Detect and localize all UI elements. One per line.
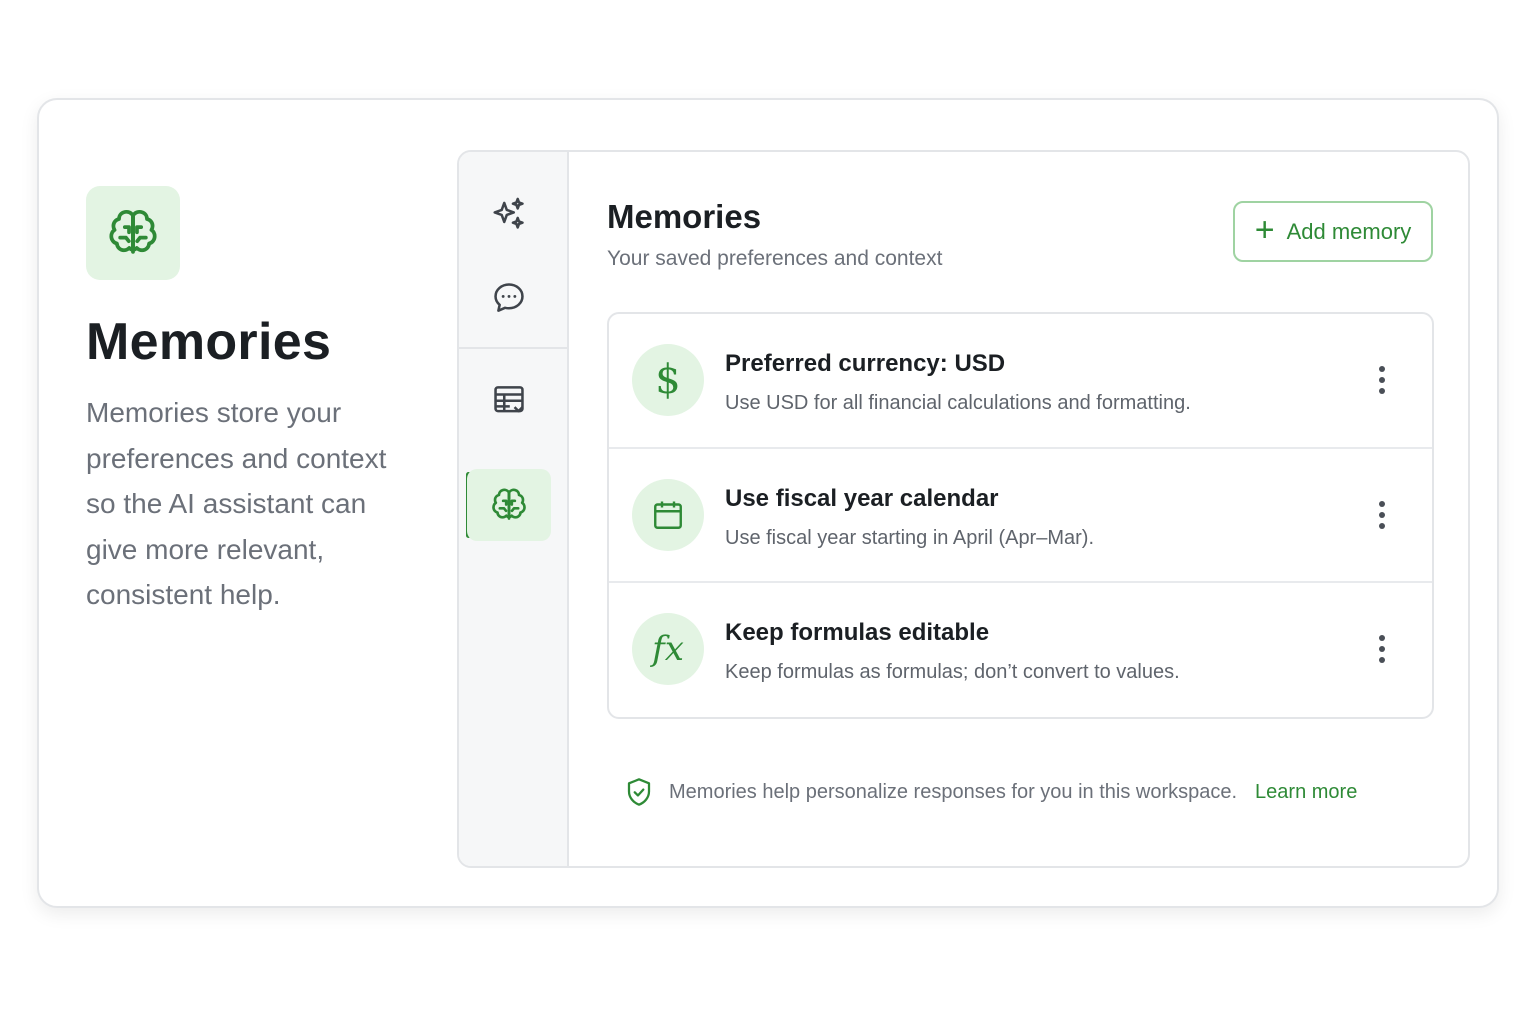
memory-description: Use fiscal year starting in April (Apr–M… <box>725 526 1095 549</box>
sidebar-item-memories[interactable] <box>467 469 551 541</box>
list-item[interactable]: Use fiscal year calendar Use fiscal year… <box>609 449 1432 583</box>
calendar-icon <box>632 478 704 551</box>
page-subtitle: Your saved preferences and context <box>607 247 943 270</box>
chat-bubble-icon <box>494 283 524 312</box>
memories-card: Memories Memories store your preferences… <box>37 98 1499 908</box>
sidebar-divider <box>459 347 567 349</box>
main-content: Memories Your saved preferences and cont… <box>569 152 1468 866</box>
more-options-icon[interactable] <box>1370 631 1394 667</box>
memory-description: Use USD for all financial calculations a… <box>725 392 1191 414</box>
more-options-icon[interactable] <box>1370 497 1394 533</box>
more-options-icon[interactable] <box>1370 362 1394 398</box>
intro-description: Memories store your preferences and cont… <box>86 397 387 610</box>
memory-title: Keep formulas editable <box>725 619 990 646</box>
memories-panel: Memories Your saved preferences and cont… <box>457 150 1470 868</box>
dollar-glyph: $ <box>655 357 681 403</box>
sidebar-rail <box>459 152 569 866</box>
list-item[interactable]: $ Preferred currency: USD Use USD for al… <box>609 314 1432 449</box>
brain-icon <box>492 488 526 520</box>
sparkles-icon <box>493 197 524 229</box>
function-icon: fx <box>632 613 704 685</box>
page-title: Memories <box>607 198 762 235</box>
list-item[interactable]: fx Keep formulas editable Keep formulas … <box>609 583 1432 717</box>
sidebar-item-chat[interactable] <box>467 262 551 334</box>
shield-check-icon <box>627 778 651 806</box>
sidebar-item-table[interactable] <box>467 364 551 436</box>
memory-title: Preferred currency: USD <box>725 350 1006 377</box>
add-memory-label: Add memory <box>1286 218 1412 244</box>
footer-note: Memories help personalize responses for … <box>623 774 1357 810</box>
memory-title: Use fiscal year calendar <box>725 484 999 512</box>
footer-text: Memories help personalize responses for … <box>669 780 1238 803</box>
plus-icon: + <box>1254 211 1275 249</box>
add-memory-button[interactable]: + Add memory <box>1233 201 1433 262</box>
intro-brain-icon <box>86 186 180 280</box>
learn-more-link[interactable]: Learn more <box>1255 781 1357 804</box>
memory-description: Keep formulas as formulas; don’t convert… <box>725 661 1180 683</box>
dollar-icon: $ <box>632 344 704 416</box>
memories-list: $ Preferred currency: USD Use USD for al… <box>607 312 1434 719</box>
table-icon <box>494 386 524 413</box>
sidebar-item-ai[interactable] <box>467 178 551 250</box>
function-glyph: fx <box>652 629 684 669</box>
intro-title: Memories <box>86 313 332 371</box>
